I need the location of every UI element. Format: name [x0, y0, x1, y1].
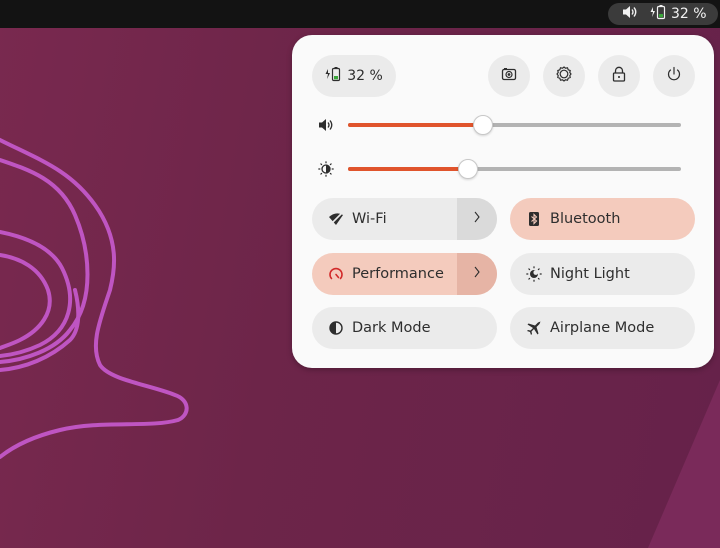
brightness-slider-fill [348, 167, 468, 171]
night-light-toggle-label: Night Light [550, 266, 630, 282]
dark-mode-toggle-main[interactable]: Dark Mode [312, 307, 497, 349]
volume-slider-row [316, 113, 686, 137]
lock-icon [611, 66, 627, 86]
brightness-icon [316, 159, 336, 179]
airplane-mode-toggle-main[interactable]: Airplane Mode [510, 307, 695, 349]
power-icon [666, 66, 682, 86]
performance-toggle-main[interactable]: Performance [312, 253, 457, 295]
night-light-toggle[interactable]: Night Light [510, 253, 695, 295]
power-button[interactable] [653, 55, 695, 97]
performance-toggle-label: Performance [352, 266, 444, 282]
night-light-toggle-main[interactable]: Night Light [510, 253, 695, 295]
bluetooth-toggle-main[interactable]: Bluetooth [510, 198, 695, 240]
screenshot-button[interactable] [488, 55, 530, 97]
battery-percentage: 32 % [671, 6, 707, 22]
performance-menu-button[interactable] [457, 253, 497, 295]
volume-slider-handle[interactable] [472, 115, 493, 135]
wallpaper-shape [648, 380, 720, 548]
brightness-slider[interactable] [348, 159, 681, 179]
airplane-mode-toggle-label: Airplane Mode [550, 320, 655, 336]
quick-settings-panel: 32 % Wi-Fi Bluetooth Performance Night L… [292, 35, 714, 368]
volume-slider[interactable] [348, 115, 681, 135]
brightness-slider-handle[interactable] [457, 159, 478, 179]
system-status-button[interactable]: 32 % [608, 3, 718, 25]
bluetooth-icon [526, 211, 542, 227]
speedometer-icon [328, 266, 344, 282]
wallpaper-line [0, 138, 189, 459]
bluetooth-toggle-label: Bluetooth [550, 211, 621, 227]
airplane-icon [526, 320, 542, 336]
battery-charging-icon [325, 66, 341, 86]
camera-icon [501, 66, 517, 86]
top-bar: 32 % [0, 0, 720, 28]
speaker-icon[interactable] [316, 115, 336, 135]
performance-toggle[interactable]: Performance [312, 253, 497, 295]
wifi-disabled-icon [328, 211, 344, 227]
volume-slider-fill [348, 123, 483, 127]
brightness-slider-row [316, 157, 686, 181]
battery-label: 32 % [347, 68, 383, 84]
wallpaper-line [0, 288, 81, 372]
dark-mode-toggle[interactable]: Dark Mode [312, 307, 497, 349]
wifi-toggle[interactable]: Wi-Fi [312, 198, 497, 240]
night-light-icon [526, 266, 542, 282]
wifi-menu-button[interactable] [457, 198, 497, 240]
dark-mode-toggle-label: Dark Mode [352, 320, 431, 336]
chevron-right-icon [472, 210, 482, 228]
dark-mode-icon [328, 320, 344, 336]
battery-charging-icon [650, 4, 666, 24]
settings-button[interactable] [543, 55, 585, 97]
battery-button[interactable]: 32 % [312, 55, 396, 97]
gear-icon [556, 66, 572, 86]
speaker-icon [622, 5, 638, 23]
wifi-toggle-main[interactable]: Wi-Fi [312, 198, 457, 240]
wallpaper-line [0, 230, 73, 358]
lock-button[interactable] [598, 55, 640, 97]
bluetooth-toggle[interactable]: Bluetooth [510, 198, 695, 240]
wifi-toggle-label: Wi-Fi [352, 211, 387, 227]
chevron-right-icon [472, 265, 482, 283]
wallpaper-line [0, 253, 52, 350]
airplane-mode-toggle[interactable]: Airplane Mode [510, 307, 695, 349]
